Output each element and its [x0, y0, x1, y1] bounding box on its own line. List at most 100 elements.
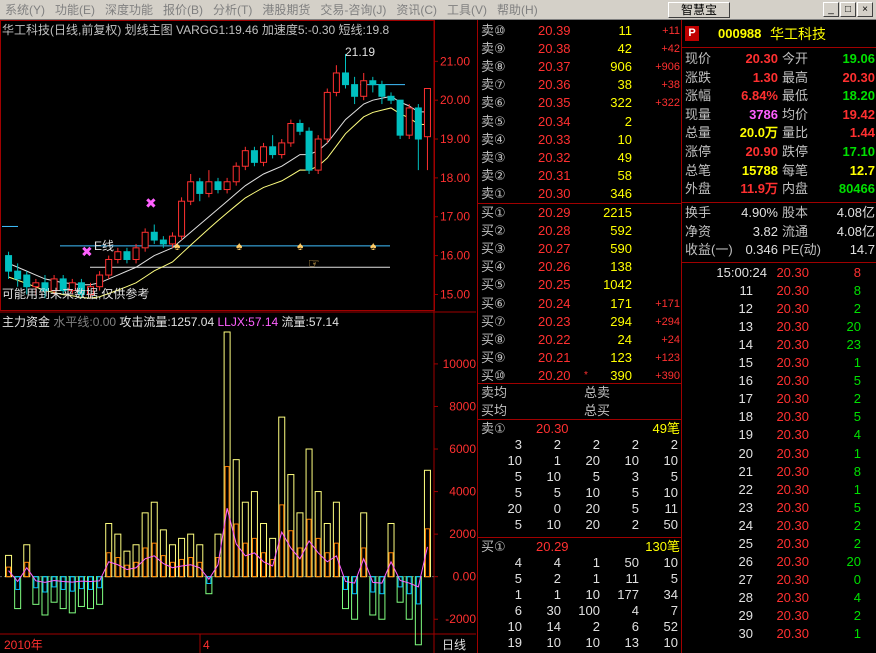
order-change: +11 — [662, 25, 680, 37]
queue-cell: 5 — [670, 469, 678, 484]
queue-cell: 10 — [507, 619, 522, 634]
menu-item-4[interactable]: 分析(T) — [208, 0, 257, 20]
tick-time: 12 — [738, 301, 753, 317]
menu-item-0[interactable]: 系统(Y) — [0, 0, 50, 20]
fund-label: 换手 — [685, 205, 712, 220]
order-volume: 322 — [610, 95, 632, 111]
queue-cell: 10 — [507, 453, 522, 468]
restore-icon[interactable]: □ — [840, 2, 856, 17]
queue-cell: 1 — [553, 587, 561, 602]
quote-value: 80466 — [838, 181, 875, 197]
candle-body — [96, 274, 104, 288]
price-tick-label: 17.00 — [440, 210, 470, 224]
quote-label: 跌停 — [782, 144, 809, 159]
queue-label: 卖① — [481, 421, 506, 436]
queue-cell: 5 — [514, 469, 522, 484]
tick-volume: 8 — [853, 463, 861, 479]
queue-cell: 10 — [663, 453, 678, 468]
price-tick-label: 20.00 — [440, 93, 470, 107]
tick-row: 23 20.30 5 — [682, 499, 876, 517]
candle-body — [369, 80, 377, 86]
tick-time: 29 — [738, 607, 753, 623]
menu-item-3[interactable]: 报价(B) — [158, 0, 208, 20]
queue-cell: 100 — [578, 603, 600, 618]
tick-price: 20.30 — [776, 427, 809, 443]
candle-body — [378, 84, 386, 97]
quote-value: 1.30 — [752, 69, 778, 85]
order-volume: 1042 — [603, 277, 632, 293]
queue-cell: 10 — [585, 587, 600, 602]
fund-value: 4.08亿 — [836, 223, 875, 239]
tick-volume: 4 — [853, 589, 861, 605]
period-tab[interactable]: 日线 — [442, 638, 466, 652]
menu-item-6[interactable]: 交易-咨询(J) — [315, 0, 391, 20]
order-price: 20.22 — [538, 331, 571, 347]
candle-body — [123, 251, 131, 260]
vol-inner-bar — [115, 557, 121, 578]
cross-marker-icon: ✖ — [81, 244, 93, 260]
order-change: +38 — [661, 79, 680, 92]
candle-body — [278, 142, 286, 156]
quote-label: 现价 — [685, 51, 712, 66]
quote-label: 最高 — [782, 69, 809, 85]
vol-inner-bar — [188, 557, 194, 578]
menu-item-7[interactable]: 资讯(C) — [391, 0, 442, 20]
quote-label: 每笔 — [782, 162, 809, 178]
future-data-note: 可能用到未来数据,仅供参考 — [2, 286, 149, 301]
candle-body — [387, 95, 395, 101]
e-line-label: E线 — [94, 239, 114, 253]
queue-cell: 11 — [664, 501, 679, 516]
menu-item-2[interactable]: 深度功能 — [100, 0, 158, 20]
tick-time: 11 — [739, 283, 754, 299]
queue-cell: 3 — [631, 469, 639, 484]
tick-time: 17 — [738, 391, 753, 407]
order-change: +322 — [655, 97, 680, 110]
order-label: 卖⑤ — [481, 113, 506, 129]
order-price: 20.25 — [538, 277, 571, 293]
order-price: 20.32 — [538, 149, 571, 165]
vol-inner-bar — [233, 523, 239, 578]
order-price: 20.36 — [538, 77, 571, 93]
tick-volume: 2 — [853, 607, 861, 623]
total-sell-label: 总卖 — [584, 385, 611, 400]
sell-order-row: 卖⑧ 20.37 906 +906 — [478, 58, 682, 76]
tick-price: 20.30 — [776, 607, 809, 623]
order-price: 20.26 — [538, 259, 571, 275]
quote-value: 19.42 — [842, 106, 875, 122]
tick-time: 13 — [738, 319, 753, 335]
vol-tick-label: 8000 — [449, 399, 476, 413]
menu-item-9[interactable]: 帮助(H) — [492, 0, 543, 20]
candle-body — [187, 181, 195, 202]
vol-tick-label: 6000 — [449, 442, 476, 456]
vol-title-name: 主力资金 — [2, 315, 51, 329]
close-icon[interactable]: × — [857, 2, 873, 17]
tick-time: 16 — [738, 373, 753, 389]
queue-cell: 10 — [663, 485, 678, 500]
vol-inner-bar — [224, 466, 230, 578]
kline-panel[interactable]: 21.00 20.00 19.00 18.00 17.00 16.00 15.00 10000… — [0, 20, 476, 653]
tick-price: 20.30 — [776, 445, 809, 461]
menu-item-5[interactable]: 港股期货 — [257, 0, 315, 20]
fund-label: PE(动) — [782, 242, 822, 258]
queue-cell: 10 — [546, 635, 561, 650]
order-price: 20.21 — [538, 349, 571, 365]
candle-body — [150, 231, 158, 241]
candle-body — [105, 258, 113, 276]
menu-item-8[interactable]: 工具(V) — [442, 0, 492, 20]
tick-price: 20.30 — [776, 301, 809, 317]
order-label: 卖⑨ — [481, 41, 506, 57]
menu-item-1[interactable]: 功能(E) — [50, 0, 100, 20]
zhihuibao-button[interactable]: 智慧宝 — [668, 2, 730, 18]
candle-body — [5, 255, 13, 272]
order-change: +42 — [661, 43, 680, 56]
candle-body — [141, 231, 149, 249]
queue-cell: 10 — [585, 635, 600, 650]
minimize-icon[interactable]: _ — [823, 2, 839, 17]
quote-value: 20.30 — [745, 51, 778, 66]
quote-row: 总笔 15788 每笔 12.7 — [682, 162, 876, 180]
candle-body — [305, 130, 313, 171]
tick-price: 20.30 — [776, 283, 809, 299]
kline-chart[interactable]: 21.00 20.00 19.00 18.00 17.00 16.00 15.00 10000… — [0, 20, 476, 653]
buy-avg-label: 买均 — [481, 403, 508, 418]
order-label: 卖⑥ — [481, 95, 506, 111]
